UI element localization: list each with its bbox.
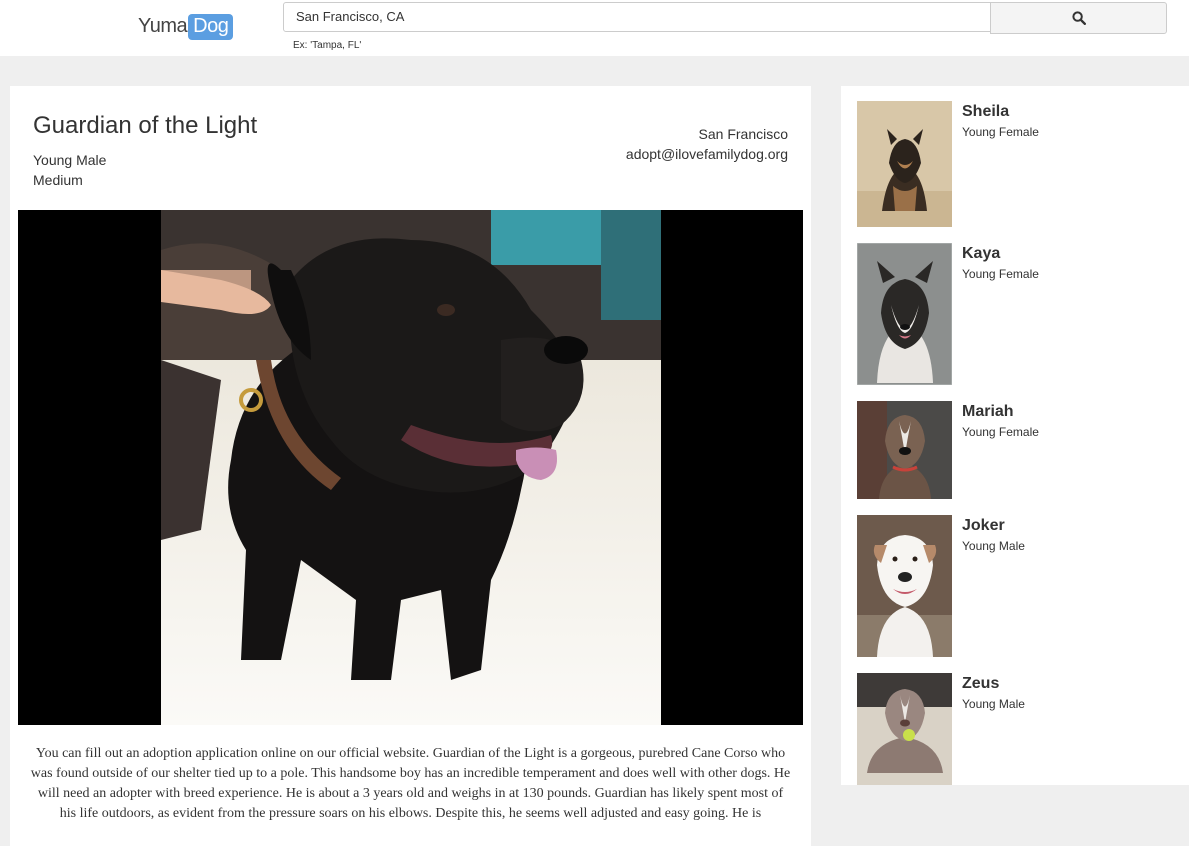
dog-list-name[interactable]: Mariah <box>962 403 1014 421</box>
search-button[interactable] <box>990 2 1167 34</box>
dog-name-title: Guardian of the Light <box>33 112 258 139</box>
dog-list-info: Young Male <box>962 697 1025 711</box>
dog-list-info: Young Female <box>962 267 1039 281</box>
dog-location: San Francisco <box>698 126 788 142</box>
dog-photo-frame <box>18 210 803 725</box>
contact-email-link[interactable]: adopt@ilovefamilydog.org <box>626 144 788 164</box>
shelter-contact: San Francisco adopt@ilovefamilydog.org <box>626 124 788 164</box>
dog-thumbnail[interactable] <box>857 401 952 499</box>
dog-list-name[interactable]: Joker <box>962 517 1005 535</box>
logo-text-dog: Dog <box>188 13 234 40</box>
dog-list-info: Young Female <box>962 425 1039 439</box>
dog-list-info: Young Male <box>962 539 1025 553</box>
dog-list-info: Young Female <box>962 125 1039 139</box>
location-search-input[interactable] <box>283 2 991 32</box>
dog-attributes: Young Male Medium <box>33 150 106 190</box>
dog-description: You can fill out an adoption application… <box>30 746 791 821</box>
dog-list-name[interactable]: Zeus <box>962 675 999 693</box>
dog-size: Medium <box>33 172 83 188</box>
dog-thumbnail[interactable] <box>857 243 952 385</box>
logo-text-yuma: Yuma <box>138 15 188 37</box>
dog-list-name[interactable]: Sheila <box>962 103 1009 121</box>
site-logo[interactable]: Yuma Dog <box>138 13 234 40</box>
dog-age-sex: Young Male <box>33 152 107 168</box>
dog-thumbnail[interactable] <box>857 101 952 227</box>
dog-thumbnail[interactable] <box>857 673 952 785</box>
dog-thumbnail[interactable] <box>857 515 952 657</box>
dog-detail-card: Guardian of the Light Young Male Medium … <box>10 86 811 846</box>
top-bar: YumaDog Ex: 'Tampa, FL' <box>0 0 1189 56</box>
similar-dogs-sidebar: Sheila Young Female Kaya Young Female Ma… <box>841 86 1189 785</box>
dog-list-name[interactable]: Kaya <box>962 245 1000 263</box>
search-hint: Ex: 'Tampa, FL' <box>293 40 362 51</box>
dog-photo[interactable] <box>161 210 661 725</box>
search-icon <box>1071 11 1086 25</box>
